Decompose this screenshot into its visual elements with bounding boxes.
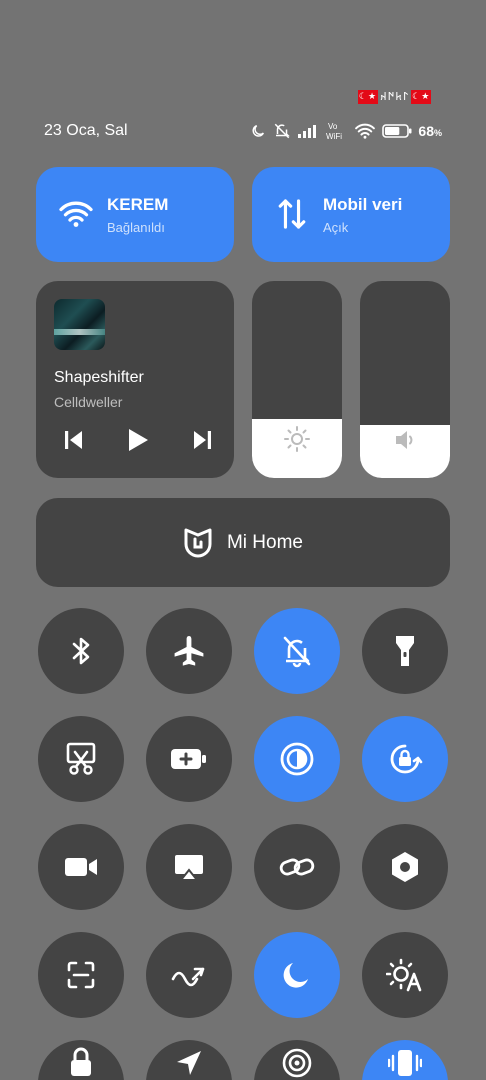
vibrate-icon xyxy=(388,1050,422,1076)
video-camera-icon xyxy=(65,858,97,876)
moon-icon xyxy=(252,124,265,137)
toggle-sync[interactable] xyxy=(146,932,232,1018)
vowifi-bottom: WiFi xyxy=(326,132,342,141)
airplane-icon xyxy=(174,636,204,666)
toggle-screenshot[interactable] xyxy=(38,716,124,802)
turkish-flag-icon: ☾★ xyxy=(411,89,432,104)
lock-icon xyxy=(71,1047,91,1076)
vowifi-top: Vo xyxy=(328,122,338,131)
media-controls xyxy=(64,427,212,453)
wifi-network-name: KEREM xyxy=(107,195,169,214)
toggle-dark-mode[interactable] xyxy=(254,932,340,1018)
location-arrow-icon xyxy=(177,1051,201,1075)
turkish-flag-icon: ☾★ xyxy=(358,89,378,104)
mi-home-button[interactable]: Mi Home xyxy=(36,498,450,587)
mi-home-icon xyxy=(184,528,212,557)
rotation-lock-icon xyxy=(390,744,423,774)
hexagon-settings-icon xyxy=(392,852,418,882)
carrier-text: 𐰃𐱅𐰇𐰴 xyxy=(380,91,410,103)
toggle-scanner[interactable] xyxy=(38,932,124,1018)
toggle-hotspot[interactable] xyxy=(254,1040,340,1080)
toggle-auto-brightness[interactable] xyxy=(362,932,448,1018)
toggle-bluetooth[interactable] xyxy=(38,608,124,694)
contrast-icon xyxy=(280,742,314,776)
wifi-tile[interactable]: KEREM Bağlanıldı xyxy=(36,167,234,262)
toggle-cast[interactable] xyxy=(146,824,232,910)
link-icon xyxy=(279,858,315,876)
status-icons: Vo WiFi 68% xyxy=(250,121,442,141)
scan-icon xyxy=(67,961,95,989)
battery-percent: 68% xyxy=(418,123,442,139)
play-icon[interactable] xyxy=(126,427,150,453)
brightness-slider[interactable] xyxy=(252,281,342,478)
toggle-mute[interactable] xyxy=(254,608,340,694)
wifi-status: Bağlanıldı xyxy=(107,220,165,235)
date-label: 23 Oca, Sal xyxy=(44,122,128,139)
mobile-data-title: Mobil veri xyxy=(323,195,403,214)
toggle-settings[interactable] xyxy=(362,824,448,910)
bluetooth-icon xyxy=(72,637,90,665)
signal-icon xyxy=(298,125,317,138)
album-art[interactable] xyxy=(54,299,105,350)
toggle-vibrate[interactable] xyxy=(362,1040,448,1080)
mobile-data-tile[interactable]: Mobil veri Açık xyxy=(252,167,450,262)
toggle-airplane[interactable] xyxy=(146,608,232,694)
toggle-video[interactable] xyxy=(38,824,124,910)
speaker-icon xyxy=(396,431,413,449)
wifi-icon xyxy=(59,201,93,227)
carrier-label: ☾★ 𐰃𐱅𐰇𐰴 ☾★ xyxy=(358,89,432,104)
mute-icon xyxy=(275,123,291,139)
battery-plus-icon xyxy=(171,749,206,769)
vowifi-icon: Vo WiFi xyxy=(326,122,342,141)
toggle-battery-saver[interactable] xyxy=(146,716,232,802)
track-artist: Celldweller xyxy=(54,394,123,410)
media-player: Shapeshifter Celldweller xyxy=(36,281,234,478)
cast-icon xyxy=(175,855,203,881)
toggle-location[interactable] xyxy=(146,1040,232,1080)
sun-icon xyxy=(284,426,310,452)
mi-home-label: Mi Home xyxy=(226,531,303,553)
track-title: Shapeshifter xyxy=(54,369,144,386)
bell-off-icon xyxy=(283,636,311,668)
previous-icon[interactable] xyxy=(64,429,84,451)
data-arrows-icon xyxy=(278,199,306,229)
toggle-reading-mode[interactable] xyxy=(254,716,340,802)
scissors-icon xyxy=(66,742,96,775)
toggle-flashlight[interactable] xyxy=(362,608,448,694)
toggle-lock[interactable] xyxy=(38,1040,124,1080)
toggle-rotation-lock[interactable] xyxy=(362,716,448,802)
hotspot-icon xyxy=(282,1048,312,1078)
flashlight-icon xyxy=(396,636,414,666)
wifi-icon xyxy=(355,123,376,139)
battery-icon xyxy=(382,124,412,138)
volume-slider[interactable] xyxy=(360,281,450,478)
mobile-data-status: Açık xyxy=(323,220,349,235)
status-bar: 23 Oca, Sal Vo WiFi 68% xyxy=(44,118,442,144)
next-icon[interactable] xyxy=(192,429,212,451)
toggle-link[interactable] xyxy=(254,824,340,910)
moon-icon xyxy=(283,963,308,988)
sync-icon xyxy=(171,967,205,987)
auto-brightness-icon xyxy=(386,958,422,992)
